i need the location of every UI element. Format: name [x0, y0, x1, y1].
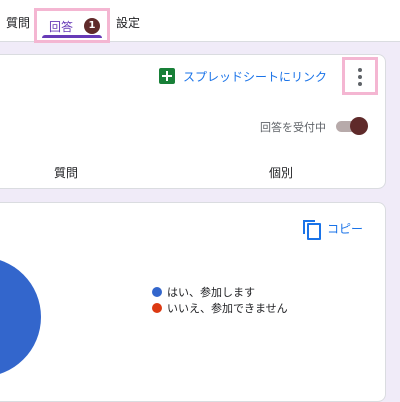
chart-legend: はい、参加しますいいえ、参加できません [152, 284, 288, 316]
link-to-sheets-label: スプレッドシートにリンク [183, 69, 328, 84]
link-to-sheets-button[interactable]: スプレッドシートにリンク [159, 67, 327, 85]
subtab-individual[interactable]: 個別 [269, 164, 293, 181]
pie-chart [0, 257, 41, 377]
question-chart-card: コピー はい、参加しますいいえ、参加できません [0, 202, 386, 402]
legend-label: いいえ、参加できません [167, 302, 288, 315]
accepting-responses-toggle[interactable] [336, 117, 368, 135]
accepting-responses-label: 回答を受付中 [260, 121, 326, 134]
tab-questions[interactable]: 質問 [6, 10, 30, 36]
more-options-button[interactable] [342, 57, 378, 95]
legend-item: はい、参加します [152, 284, 288, 300]
legend-swatch [152, 287, 162, 297]
active-tab-indicator [42, 35, 102, 38]
copy-chart-label: コピー [327, 221, 364, 236]
legend-swatch [152, 303, 162, 313]
tab-settings[interactable]: 設定 [116, 10, 140, 36]
sheets-icon [159, 68, 175, 84]
legend-label: はい、参加します [167, 286, 255, 299]
response-count-badge: 1 [84, 18, 100, 34]
copy-chart-button[interactable]: コピー [303, 219, 364, 240]
top-tab-bar: 質問 回答 1 設定 [0, 0, 400, 43]
subtab-question[interactable]: 質問 [54, 164, 78, 181]
legend-item: いいえ、参加できません [152, 300, 288, 316]
copy-icon [303, 220, 321, 240]
tab-responses[interactable]: 回答 1 [34, 8, 110, 43]
responses-summary-card: スプレッドシートにリンク 回答を受付中 質問 個別 [0, 54, 386, 189]
more-vert-icon [358, 68, 362, 89]
